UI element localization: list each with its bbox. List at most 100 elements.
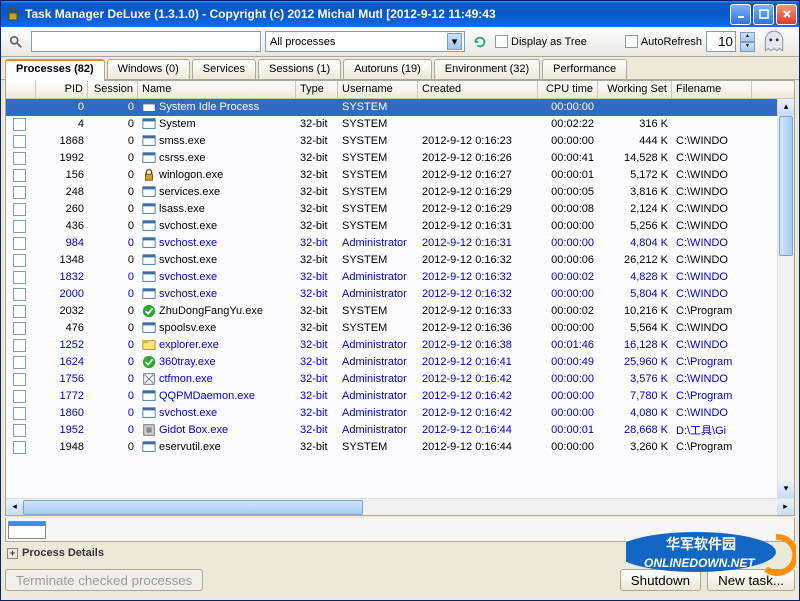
app-icon bbox=[142, 253, 156, 267]
shutdown-button[interactable]: Shutdown bbox=[620, 569, 701, 591]
dropdown-value: All processes bbox=[270, 36, 335, 48]
row-checkbox[interactable] bbox=[13, 390, 26, 403]
row-checkbox[interactable] bbox=[13, 356, 26, 369]
process-filter-dropdown[interactable]: All processes ▾ bbox=[265, 31, 465, 52]
app-icon bbox=[142, 236, 156, 250]
new-task-button[interactable]: New task... bbox=[707, 569, 795, 591]
col-filename: Filename bbox=[672, 81, 752, 98]
table-row[interactable]: 2480services.exe32-bitSYSTEM2012-9-12 0:… bbox=[6, 184, 777, 201]
table-row[interactable]: 4760spoolsv.exe32-bitSYSTEM2012-9-12 0:1… bbox=[6, 320, 777, 337]
table-row[interactable]: 1560winlogon.exe32-bitSYSTEM2012-9-12 0:… bbox=[6, 167, 777, 184]
table-row[interactable]: 19920csrss.exe32-bitSYSTEM2012-9-12 0:16… bbox=[6, 150, 777, 167]
maximize-button[interactable] bbox=[753, 4, 774, 25]
table-row[interactable]: 2600lsass.exe32-bitSYSTEM2012-9-12 0:16:… bbox=[6, 201, 777, 218]
row-checkbox[interactable] bbox=[13, 441, 26, 454]
toolbar: All processes ▾ Display as Tree AutoRefr… bbox=[1, 27, 799, 57]
refresh-spinner[interactable]: ▴▾ bbox=[740, 32, 755, 52]
row-checkbox[interactable] bbox=[13, 322, 26, 335]
table-row[interactable]: 9840svchost.exe32-bitAdministrator2012-9… bbox=[6, 235, 777, 252]
app-icon bbox=[5, 6, 21, 22]
bottom-bar: Terminate checked processes Shutdown New… bbox=[5, 564, 795, 596]
row-checkbox[interactable] bbox=[13, 220, 26, 233]
minimize-button[interactable] bbox=[730, 4, 751, 25]
scroll-thumb bbox=[779, 116, 793, 256]
col-name: Name bbox=[138, 81, 296, 98]
chevron-down-icon: ▾ bbox=[447, 33, 462, 50]
table-row[interactable]: 00System Idle ProcessSYSTEM00:00:00 bbox=[6, 99, 777, 116]
col-session: Session bbox=[88, 81, 138, 98]
table-row[interactable]: 18680smss.exe32-bitSYSTEM2012-9-12 0:16:… bbox=[6, 133, 777, 150]
row-checkbox[interactable] bbox=[13, 424, 26, 437]
col-type: Type bbox=[296, 81, 338, 98]
app-icon bbox=[142, 134, 156, 148]
row-checkbox[interactable] bbox=[13, 305, 26, 318]
terminate-button: Terminate checked processes bbox=[5, 569, 203, 591]
display-as-tree-checkbox[interactable]: Display as Tree bbox=[495, 35, 587, 48]
row-checkbox[interactable] bbox=[13, 186, 26, 199]
ctfmon-icon bbox=[142, 372, 156, 386]
row-checkbox[interactable] bbox=[13, 339, 26, 352]
table-row[interactable]: 18320svchost.exe32-bitAdministrator2012-… bbox=[6, 269, 777, 286]
tabs: Processes (82)Windows (0)ServicesSession… bbox=[1, 57, 799, 80]
scroll-right-icon: ▸ bbox=[777, 499, 794, 516]
table-row[interactable]: 4360svchost.exe32-bitSYSTEM2012-9-12 0:1… bbox=[6, 218, 777, 235]
row-checkbox[interactable] bbox=[13, 407, 26, 420]
row-checkbox[interactable] bbox=[13, 237, 26, 250]
refresh-interval-input[interactable] bbox=[706, 31, 736, 52]
app-icon bbox=[142, 389, 156, 403]
app-icon bbox=[142, 151, 156, 165]
refresh-icon[interactable] bbox=[469, 31, 491, 53]
row-checkbox[interactable] bbox=[13, 152, 26, 165]
plus-icon: + bbox=[7, 548, 18, 559]
app-icon bbox=[142, 117, 156, 131]
tab-0[interactable]: Processes (82) bbox=[5, 59, 105, 80]
app-icon bbox=[142, 100, 156, 114]
vertical-scrollbar[interactable]: ▴ ▾ bbox=[777, 99, 794, 498]
table-row[interactable]: 18600svchost.exe32-bitAdministrator2012-… bbox=[6, 405, 777, 422]
tab-3[interactable]: Sessions (1) bbox=[258, 59, 341, 79]
tab-2[interactable]: Services bbox=[192, 59, 256, 79]
close-button[interactable] bbox=[776, 4, 797, 25]
horizontal-scrollbar[interactable]: ◂ ▸ bbox=[6, 498, 794, 515]
row-checkbox[interactable] bbox=[13, 203, 26, 216]
row-checkbox[interactable] bbox=[13, 254, 26, 267]
row-checkbox[interactable] bbox=[13, 169, 26, 182]
app-icon bbox=[142, 321, 156, 335]
table-row[interactable]: 19480eservutil.exe32-bitSYSTEM2012-9-12 … bbox=[6, 439, 777, 456]
row-checkbox[interactable] bbox=[13, 271, 26, 284]
search-icon[interactable] bbox=[5, 31, 27, 53]
row-checkbox[interactable] bbox=[13, 135, 26, 148]
autorefresh-checkbox[interactable]: AutoRefresh bbox=[625, 35, 702, 48]
window-thumbnail[interactable] bbox=[8, 521, 46, 539]
app-icon bbox=[142, 185, 156, 199]
grid-header[interactable]: PID Session Name Type Username Created C… bbox=[6, 81, 794, 99]
scroll-down-icon: ▾ bbox=[778, 481, 794, 498]
row-checkbox[interactable] bbox=[13, 288, 26, 301]
col-created: Created bbox=[418, 81, 538, 98]
ghost-icon[interactable] bbox=[761, 29, 789, 55]
table-row[interactable]: 12520explorer.exe32-bitAdministrator2012… bbox=[6, 337, 777, 354]
tab-6[interactable]: Performance bbox=[542, 59, 627, 79]
lock-icon bbox=[142, 168, 156, 182]
table-row[interactable]: 19520Gidot Box.exe32-bitAdministrator201… bbox=[6, 422, 777, 439]
col-workingset: Working Set bbox=[598, 81, 672, 98]
table-row[interactable]: 20000svchost.exe32-bitAdministrator2012-… bbox=[6, 286, 777, 303]
row-checkbox[interactable] bbox=[13, 118, 26, 131]
search-input[interactable] bbox=[31, 31, 261, 52]
process-details-expander[interactable]: + Process Details bbox=[5, 544, 795, 562]
tab-1[interactable]: Windows (0) bbox=[107, 59, 190, 79]
table-row[interactable]: 40System32-bitSYSTEM00:02:22316 K bbox=[6, 116, 777, 133]
tab-5[interactable]: Environment (32) bbox=[434, 59, 540, 79]
app-icon bbox=[142, 270, 156, 284]
table-row[interactable]: 20320ZhuDongFangYu.exe32-bitSYSTEM2012-9… bbox=[6, 303, 777, 320]
table-row[interactable]: 16240360tray.exe32-bitAdministrator2012-… bbox=[6, 354, 777, 371]
tab-4[interactable]: Autoruns (19) bbox=[343, 59, 432, 79]
explorer-icon bbox=[142, 338, 156, 352]
scroll-up-icon: ▴ bbox=[778, 99, 794, 116]
app-icon bbox=[142, 202, 156, 216]
table-row[interactable]: 13480svchost.exe32-bitSYSTEM2012-9-12 0:… bbox=[6, 252, 777, 269]
table-row[interactable]: 17560ctfmon.exe32-bitAdministrator2012-9… bbox=[6, 371, 777, 388]
row-checkbox[interactable] bbox=[13, 373, 26, 386]
table-row[interactable]: 17720QQPMDaemon.exe32-bitAdministrator20… bbox=[6, 388, 777, 405]
thumbnail-bar bbox=[5, 518, 795, 542]
